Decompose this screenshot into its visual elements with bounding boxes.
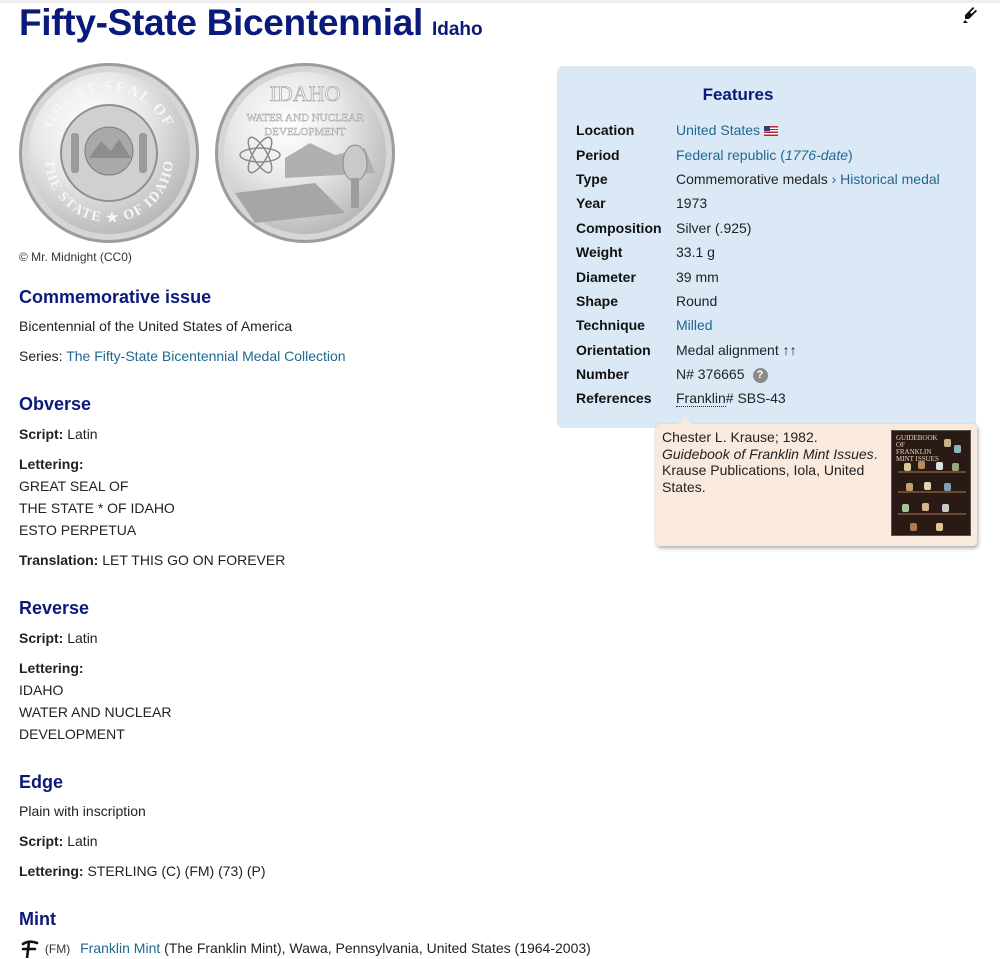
obverse-image[interactable]: GREAT SEAL OF THE STATE ★ OF IDAHO — [19, 63, 199, 243]
feature-label: Type — [576, 171, 608, 187]
type-separator: › — [827, 171, 841, 187]
mint-mark: (FM) — [44, 942, 71, 956]
reverse-text-development: DEVELOPMENT — [264, 126, 346, 138]
obverse-heading: Obverse — [19, 394, 92, 414]
feature-value: Milled — [676, 317, 713, 333]
edge-lettering: Lettering: STERLING (C) (FM) (73) (P) — [19, 863, 266, 879]
features-heading: Features — [702, 85, 774, 104]
obverse-lettering-line-2: THE STATE * OF IDAHO — [19, 500, 175, 516]
tooltip-citation: Chester L. Krause; 1982. Guidebook of Fr… — [662, 429, 887, 495]
period-close: ) — [848, 147, 853, 163]
period-link-text: Federal republic ( — [676, 147, 785, 163]
feature-value: Silver (.925) — [676, 220, 752, 236]
edge-script: Script: Latin — [19, 833, 98, 849]
obverse-lettering-label: Lettering: — [19, 456, 84, 472]
feature-label: Number — [576, 366, 629, 382]
page-title: Fifty-State Bicentennial — [19, 2, 423, 43]
page-subtitle: Idaho — [431, 19, 483, 40]
obverse-lettering: Lettering: — [19, 456, 84, 472]
reverse-lettering-line-3: DEVELOPMENT — [19, 726, 125, 742]
feature-value: 39 mm — [676, 269, 719, 285]
feature-value: N# 376665? — [676, 366, 768, 383]
feature-value: Federal republic (1776-date) — [676, 147, 853, 163]
series-link[interactable]: The Fifty-State Bicentennial Medal Colle… — [66, 348, 345, 364]
obverse-script: Script: Latin — [19, 426, 98, 442]
period-link[interactable]: Federal republic (1776-date) — [676, 147, 853, 163]
image-credit: © Mr. Midnight (CC0) — [19, 250, 132, 264]
commemorative-event: Bicentennial of the United States of Ame… — [19, 318, 293, 334]
feature-label: Composition — [576, 220, 662, 236]
mint-link[interactable]: Franklin Mint — [80, 940, 160, 956]
reverse-image[interactable]: IDAHO WATER AND NUCLEAR DEVELOPMENT — [215, 63, 395, 243]
feature-label: Year — [576, 195, 606, 211]
obverse-script-label: Script: — [19, 426, 64, 442]
reverse-lettering-line-1: IDAHO — [19, 682, 64, 698]
franklin-mint-logo-icon — [19, 940, 41, 959]
feature-value: 33.1 g — [676, 244, 715, 260]
reverse-lettering-label: Lettering: — [19, 660, 84, 676]
references-link[interactable]: Franklin — [676, 390, 726, 407]
mint-detail: (The Franklin Mint), Wawa, Pennsylvania,… — [164, 940, 591, 956]
obverse-translation-label: Translation: — [19, 552, 99, 568]
reference-tooltip: Chester L. Krause; 1982. Guidebook of Fr… — [656, 417, 977, 546]
mint-heading: Mint — [19, 909, 56, 929]
edge-script-value: Latin — [67, 833, 98, 849]
pencil-icon[interactable] — [962, 6, 978, 24]
reverse-script: Script: Latin — [19, 630, 98, 646]
feature-value: Franklin# SBS-43 — [676, 390, 786, 407]
feature-value: United States — [676, 122, 779, 138]
reverse-script-value: Latin — [67, 630, 98, 646]
feature-label: Technique — [576, 317, 645, 333]
tooltip-author: Chester L. Krause; 1982. — [662, 429, 818, 445]
feature-value: 1973 — [676, 195, 708, 211]
reverse-lettering: Lettering: — [19, 660, 84, 676]
tooltip-publisher: Krause Publications, Iola, United States… — [662, 462, 865, 495]
references-value: # SBS-43 — [725, 390, 786, 406]
edge-script-label: Script: — [19, 833, 64, 849]
features-panel: Features Location United States Period F… — [557, 66, 976, 428]
reverse-script-label: Script: — [19, 630, 64, 646]
help-icon[interactable]: ? — [752, 367, 768, 383]
tooltip-book-title: Guidebook of Franklin Mint Issues — [662, 445, 874, 462]
technique-link[interactable]: Milled — [676, 317, 713, 333]
edge-description: Plain with inscription — [19, 803, 146, 819]
series-label: Series: — [19, 348, 63, 364]
obverse-lettering-line-3: ESTO PERPETUA — [19, 522, 137, 538]
obverse-script-value: Latin — [67, 426, 98, 442]
edge-heading: Edge — [19, 772, 64, 792]
period-dates: 1776-date — [784, 147, 848, 163]
number-value: N# 376665 — [676, 366, 745, 382]
book-cover-title: GUIDEBOOK OF FRANKLIN MINT ISSUES — [896, 434, 939, 463]
reverse-heading: Reverse — [19, 598, 90, 618]
obverse-translation-value: LET THIS GO ON FOREVER — [102, 552, 286, 568]
book-cover-image: GUIDEBOOK OF FRANKLIN MINT ISSUES — [891, 430, 971, 536]
mint-row: (FM) Franklin Mint (The Franklin Mint), … — [19, 940, 591, 959]
feature-label: Period — [576, 147, 620, 163]
obverse-lettering-line-1: GREAT SEAL OF — [19, 478, 129, 494]
feature-value: Round — [676, 293, 718, 309]
feature-value: Commemorative medals › Historical medal — [676, 171, 940, 187]
tooltip-period: . — [873, 445, 878, 462]
location-link[interactable]: United States — [676, 122, 760, 138]
us-flag-icon — [764, 126, 779, 137]
reverse-text-idaho: IDAHO — [270, 81, 341, 106]
commemorative-heading: Commemorative issue — [19, 287, 212, 307]
type-link[interactable]: Historical medal — [840, 171, 940, 187]
page-header: Fifty-State Bicentennial Idaho — [19, 2, 483, 44]
reverse-lettering-line-2: WATER AND NUCLEAR — [19, 704, 172, 720]
edge-lettering-label: Lettering: — [19, 863, 84, 879]
feature-label: Weight — [576, 244, 623, 260]
feature-label: Orientation — [576, 342, 651, 358]
feature-value: Medal alignment ↑↑ — [676, 342, 797, 358]
feature-label: Shape — [576, 293, 619, 309]
feature-label: Diameter — [576, 269, 636, 285]
series-line: Series: The Fifty-State Bicentennial Med… — [19, 348, 346, 364]
edge-lettering-value: STERLING (C) (FM) (73) (P) — [87, 863, 266, 879]
reverse-text-water: WATER AND NUCLEAR — [246, 112, 364, 124]
type-value: Commemorative medals — [676, 171, 828, 187]
obverse-translation: Translation: LET THIS GO ON FOREVER — [19, 552, 285, 568]
feature-label: References — [576, 390, 652, 406]
feature-label: Location — [576, 122, 635, 138]
